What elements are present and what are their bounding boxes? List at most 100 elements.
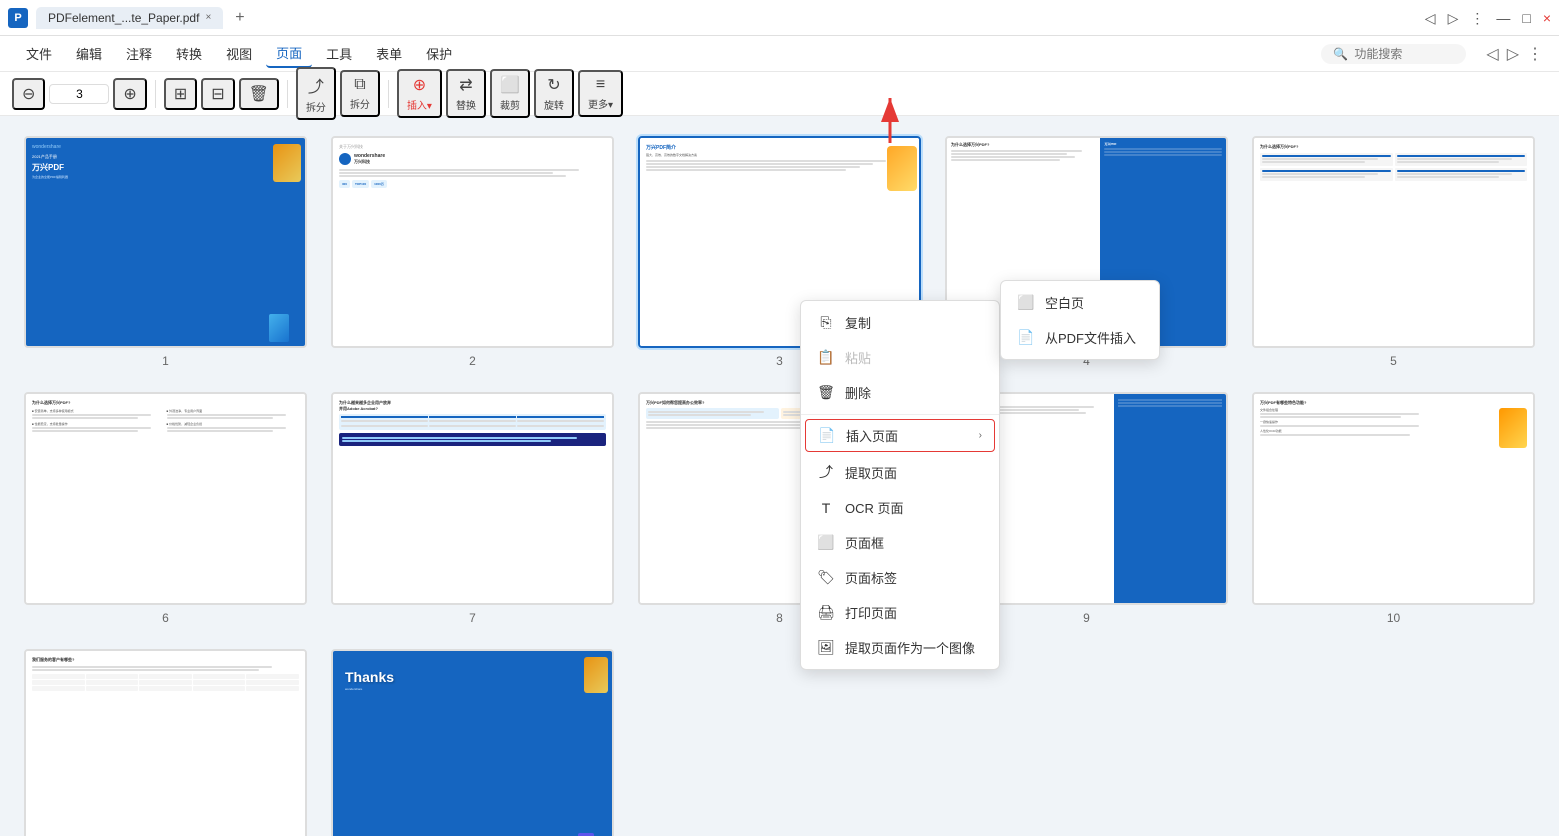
insert-label: 插入▾ [407, 97, 432, 112]
extract-image-icon: 🖼 [817, 639, 835, 656]
insert-pdf-icon: 📄 [1017, 329, 1035, 346]
page-2-thumb: 关于万兴科技 wondershare万兴科技 300 TOP100 1000万 [331, 136, 614, 348]
page-7-num: 7 [469, 611, 476, 625]
app-icon: P [8, 8, 28, 28]
page-thumb-button[interactable]: ⊞ [164, 78, 197, 110]
submenu-blank-page[interactable]: ⬜ 空白页 [1001, 285, 1159, 320]
insert-page-icon: 📄 [818, 427, 836, 444]
nav-forward-icon[interactable]: ▷ [1448, 10, 1459, 27]
ctx-delete[interactable]: 🗑 删除 [801, 375, 999, 410]
crop-button[interactable]: ⬜ 裁剪 [490, 69, 530, 118]
page-1-thumb: wondershare 2021产品手册 万兴PDF 为企业的全能PDF编辑利器 [24, 136, 307, 348]
page-6-item[interactable]: 为什么选择万兴PDF? ■ 安装简单，支持多种使用模式 ■ 外观洁净，专业用户界… [24, 392, 307, 624]
trash-icon: 🗑 [249, 84, 269, 104]
page-7-item[interactable]: 为什么越来越多企业用户放弃并用Adobe Acrobat? [331, 392, 614, 624]
extract-icon: ⤴ [308, 73, 324, 97]
menu-bar: 文件 编辑 注释 转换 视图 页面 工具 表单 保护 🔍 ◁ ▷ ⋮ [0, 36, 1559, 72]
rotate-icon: ↻ [547, 75, 560, 95]
submenu-insert-pdf[interactable]: 📄 从PDF文件插入 [1001, 320, 1159, 355]
blank-page-label: 空白页 [1045, 293, 1084, 312]
menu-protect[interactable]: 保护 [416, 40, 462, 67]
crop-label: 裁剪 [500, 97, 520, 112]
more-label: 更多▾ [588, 96, 613, 111]
ocr-icon: T [817, 500, 835, 516]
nav-back-icon2[interactable]: ◁ [1486, 44, 1498, 64]
replace-button[interactable]: ⇄ 替换 [446, 69, 486, 118]
ctx-paste[interactable]: 📋 粘贴 [801, 340, 999, 375]
submenu: ⬜ 空白页 📄 从PDF文件插入 [1000, 280, 1160, 360]
menu-pages[interactable]: 页面 [266, 39, 312, 68]
page-5-item[interactable]: 为什么选择万兴PDF? [1252, 136, 1535, 368]
menu-edit[interactable]: 编辑 [66, 40, 112, 67]
ctx-copy[interactable]: ⎘ 复制 [801, 305, 999, 340]
minimize-button[interactable]: — [1496, 10, 1510, 26]
ctx-print[interactable]: 🖨 打印页面 [801, 595, 999, 630]
search-icon: 🔍 [1333, 47, 1348, 61]
page-12-item[interactable]: Thanks wondershare 12 [331, 649, 614, 836]
ctx-page-label[interactable]: 🏷 页面标签 [801, 560, 999, 595]
ctx-extract-image[interactable]: 🖼 提取页面作为一个图像 [801, 630, 999, 665]
menu-forms[interactable]: 表单 [366, 40, 412, 67]
title-bar-left: P PDFelement_...te_Paper.pdf × + [8, 7, 245, 29]
ellipsis-icon[interactable]: ⋮ [1527, 44, 1543, 64]
ctx-copy-label: 复制 [845, 313, 871, 332]
menu-tools[interactable]: 工具 [316, 40, 362, 67]
extract-page-icon: ⤴ [817, 462, 835, 482]
close-button[interactable]: × [1543, 10, 1551, 26]
page-view-button[interactable]: ⊟ [201, 78, 234, 110]
zoom-input[interactable] [49, 84, 109, 104]
menu-convert[interactable]: 转换 [166, 40, 212, 67]
search-box[interactable]: 🔍 [1321, 44, 1466, 64]
ctx-page-box[interactable]: ⬜ 页面框 [801, 525, 999, 560]
extract-label: 拆分 [306, 99, 326, 114]
nav-forward-icon2[interactable]: ▷ [1507, 44, 1519, 64]
page-1-num: 1 [162, 354, 169, 368]
rotate-button[interactable]: ↻ 旋转 [534, 69, 574, 118]
ctx-insert-page[interactable]: 📄 插入页面 › [805, 419, 995, 452]
more-button[interactable]: ≡ 更多▾ [578, 70, 623, 117]
menu-file[interactable]: 文件 [16, 40, 62, 67]
ctx-paste-label: 粘贴 [845, 348, 871, 367]
blank-page-icon: ⬜ [1017, 294, 1035, 311]
search-input[interactable] [1354, 47, 1454, 61]
nav-back-icon[interactable]: ◁ [1425, 10, 1436, 27]
page-12-thumb: Thanks wondershare [331, 649, 614, 836]
tab-close-icon[interactable]: × [205, 12, 211, 23]
page-11-item[interactable]: 我们服务的客户有哪些? [24, 649, 307, 836]
page-2-item[interactable]: 关于万兴科技 wondershare万兴科技 300 TOP100 1000万 [331, 136, 614, 368]
menu-view[interactable]: 视图 [216, 40, 262, 67]
tab-item[interactable]: PDFelement_...te_Paper.pdf × [36, 7, 223, 29]
title-bar: P PDFelement_...te_Paper.pdf × + ◁ ▷ ⋮ —… [0, 0, 1559, 36]
ctx-ocr-label: OCR 页面 [845, 498, 904, 517]
ctx-ocr[interactable]: T OCR 页面 [801, 490, 999, 525]
print-icon: 🖨 [817, 604, 835, 621]
ctx-print-label: 打印页面 [845, 603, 897, 622]
page-6-num: 6 [162, 611, 169, 625]
insert-button[interactable]: ⊕ 插入▾ [397, 69, 442, 118]
tab-add-button[interactable]: + [235, 9, 244, 27]
ctx-page-label-label: 页面标签 [845, 568, 897, 587]
menu-annotate[interactable]: 注释 [116, 40, 162, 67]
delete-button[interactable]: 🗑 [239, 78, 279, 110]
ctx-arrow-icon: › [979, 430, 982, 441]
ctx-extract-page[interactable]: ⤴ 提取页面 [801, 454, 999, 490]
more-options-icon[interactable]: ⋮ [1470, 10, 1484, 27]
page-2-num: 2 [469, 354, 476, 368]
extract-button[interactable]: ⤴ 拆分 [296, 67, 336, 120]
context-menu: ⎘ 复制 📋 粘贴 🗑 删除 📄 插入页面 › ⤴ 提取页面 T OCR 页面 … [800, 300, 1000, 670]
zoom-out-button[interactable]: ⊖ [12, 78, 45, 110]
title-bar-right: ◁ ▷ ⋮ — □ × [1425, 0, 1551, 36]
copy-icon: ⎘ [817, 314, 835, 331]
rotate-label: 旋转 [544, 97, 564, 112]
maximize-button[interactable]: □ [1522, 10, 1530, 26]
split-icon: ⧉ [354, 76, 365, 94]
page-1-item[interactable]: wondershare 2021产品手册 万兴PDF 为企业的全能PDF编辑利器… [24, 136, 307, 368]
zoom-in-icon: ⊕ [123, 84, 136, 104]
page-3-num: 3 [776, 354, 783, 368]
zoom-in-button[interactable]: ⊕ [113, 78, 146, 110]
page-10-num: 10 [1387, 611, 1400, 625]
separator3 [388, 80, 389, 108]
page-10-thumb: 万兴PDF有哪些特色功能? 文件组合处理 一键快速操作 人性化OCR功能 [1252, 392, 1535, 604]
page-10-item[interactable]: 万兴PDF有哪些特色功能? 文件组合处理 一键快速操作 人性化OCR功能 [1252, 392, 1535, 624]
split-button[interactable]: ⧉ 拆分 [340, 70, 380, 117]
